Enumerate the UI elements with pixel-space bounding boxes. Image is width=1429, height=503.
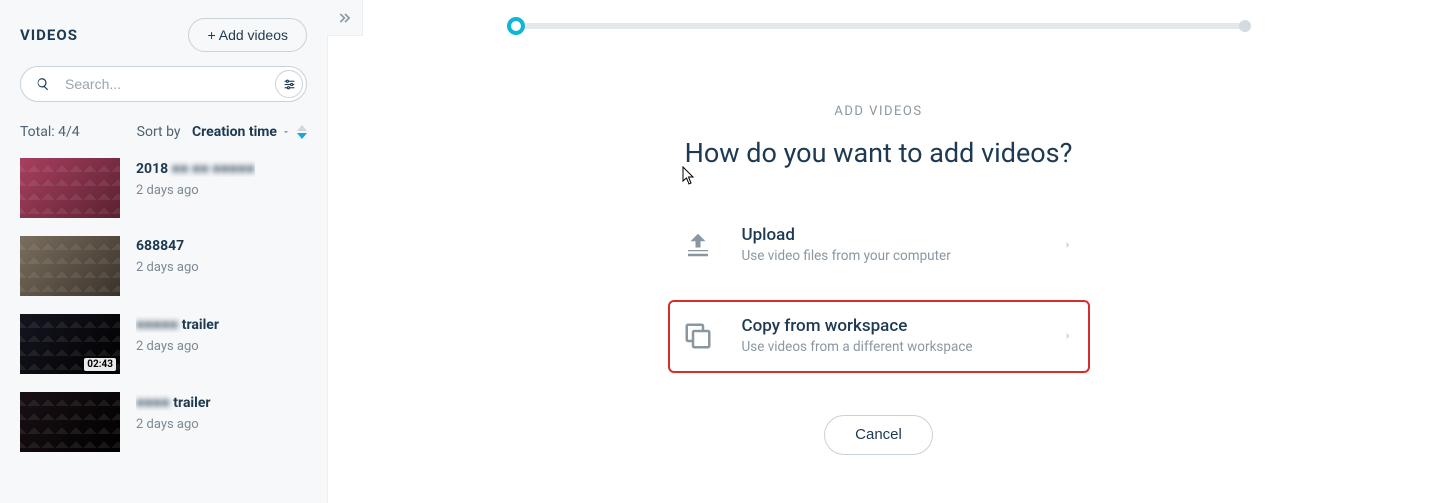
- video-thumbnail: [20, 158, 120, 218]
- video-list: 2018 ■■ ■■ ■■■■■ 2 days ago 688847 2 day…: [20, 158, 307, 452]
- video-timestamp: 02:43: [84, 358, 116, 371]
- video-title: ■■■■ trailer: [136, 394, 211, 411]
- filter-button[interactable]: [275, 70, 303, 98]
- video-title: ■■■■■ trailer: [136, 316, 219, 333]
- video-item[interactable]: 2018 ■■ ■■ ■■■■■ 2 days ago: [20, 158, 307, 218]
- video-thumbnail: [20, 392, 120, 452]
- sort-by-label: Sort by: [137, 124, 181, 140]
- chevron-down-icon: [281, 127, 291, 137]
- video-title: 2018 ■■ ■■ ■■■■■: [136, 160, 255, 177]
- chevron-right-icon: [1062, 236, 1074, 255]
- upload-icon: [678, 230, 718, 260]
- option-subtitle: Use video files from your computer: [742, 247, 1038, 266]
- main-panel: ADD VIDEOS How do you want to add videos…: [328, 0, 1429, 503]
- list-meta-row: Total: 4/4 Sort by Creation time: [20, 124, 307, 140]
- sort-by-button[interactable]: Sort by Creation time: [137, 124, 291, 140]
- option-copy-from-workspace[interactable]: Copy from workspace Use videos from a di…: [670, 302, 1088, 371]
- add-videos-button[interactable]: + Add videos: [188, 18, 307, 52]
- copy-icon: [678, 321, 718, 351]
- sort-asc-icon: [297, 125, 307, 131]
- sidebar-title: VIDEOS: [20, 26, 78, 44]
- video-thumbnail: [20, 236, 120, 296]
- cancel-button[interactable]: Cancel: [824, 415, 933, 455]
- sort-by-value: Creation time: [192, 124, 277, 140]
- videos-sidebar: VIDEOS + Add videos Total: 4/4 Sort by C…: [0, 0, 328, 503]
- option-upload[interactable]: Upload Use video files from your compute…: [670, 215, 1088, 276]
- search-container: [20, 66, 307, 102]
- sliders-icon: [283, 78, 296, 91]
- video-thumbnail: 02:43: [20, 314, 120, 374]
- video-date: 2 days ago: [136, 183, 255, 198]
- video-item[interactable]: 02:43 ■■■■■ trailer 2 days ago: [20, 314, 307, 374]
- section-headline: How do you want to add videos?: [368, 137, 1389, 169]
- video-title: 688847: [136, 238, 199, 254]
- app-root: VIDEOS + Add videos Total: 4/4 Sort by C…: [0, 0, 1429, 503]
- add-method-options: Upload Use video files from your compute…: [670, 215, 1088, 371]
- video-date: 2 days ago: [136, 260, 199, 275]
- stepper-step-2: [1239, 20, 1251, 32]
- option-subtitle: Use videos from a different workspace: [742, 338, 1038, 357]
- option-title: Copy from workspace: [742, 316, 1038, 336]
- video-item[interactable]: 688847 2 days ago: [20, 236, 307, 296]
- sort-desc-icon: [297, 133, 307, 139]
- section-eyebrow: ADD VIDEOS: [368, 104, 1389, 119]
- search-input[interactable]: [20, 66, 307, 102]
- stepper-step-1[interactable]: [507, 17, 525, 35]
- video-item[interactable]: ■■■■ trailer 2 days ago: [20, 392, 307, 452]
- stepper-track: [516, 23, 1242, 29]
- progress-stepper: [507, 14, 1251, 44]
- sidebar-header: VIDEOS + Add videos: [20, 18, 307, 52]
- option-title: Upload: [742, 225, 1038, 245]
- chevron-right-icon: [1062, 327, 1074, 346]
- search-icon: [36, 77, 50, 91]
- sort-order-toggle[interactable]: [297, 125, 307, 139]
- video-date: 2 days ago: [136, 417, 211, 432]
- total-count: Total: 4/4: [20, 124, 80, 140]
- video-date: 2 days ago: [136, 339, 219, 354]
